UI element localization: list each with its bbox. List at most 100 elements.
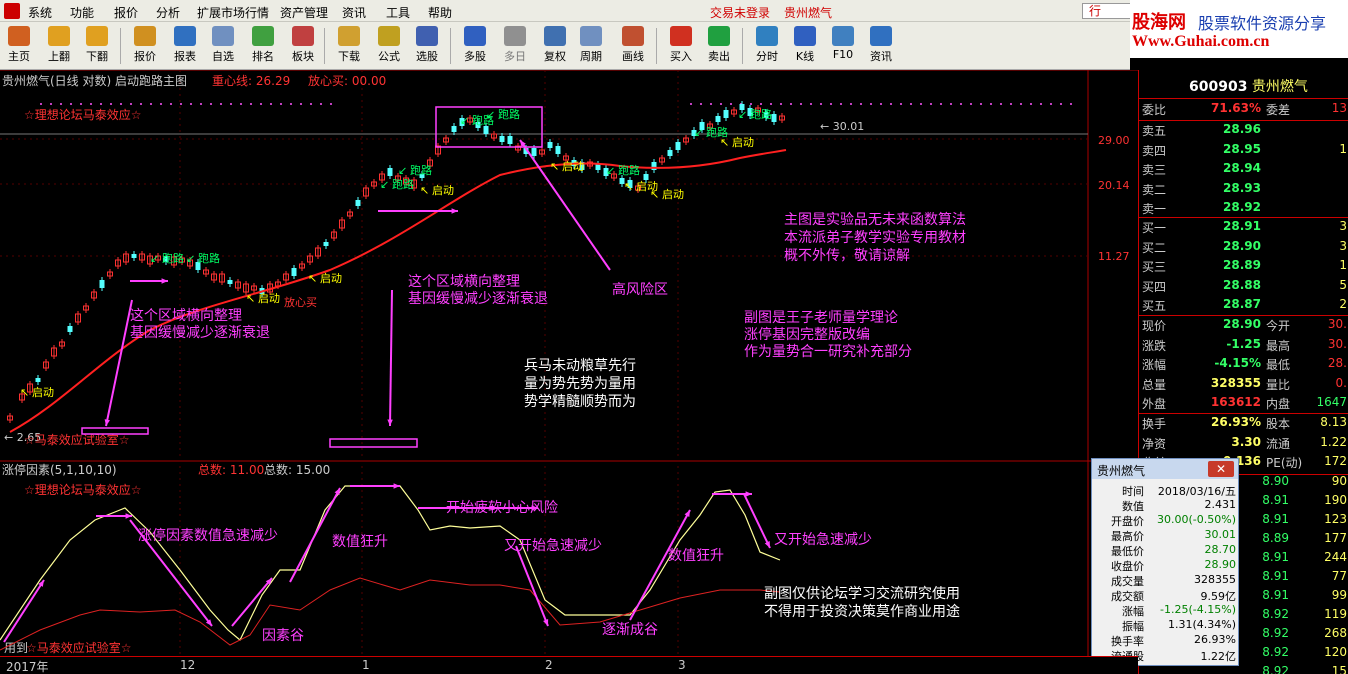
tick-volume: 77 (1331, 569, 1347, 583)
tick-price: 8.91 (1262, 569, 1289, 583)
annotation-arrow (105, 299, 133, 427)
toolbar-button-12[interactable]: 多日 (498, 24, 532, 68)
brand-name: 股海网 (1132, 12, 1186, 33)
bid-price: 28.90 (1223, 238, 1261, 253)
candle-body (291, 268, 297, 276)
start-arrow-icon: ↖ (246, 292, 255, 305)
menu-system[interactable]: 系统 (28, 4, 52, 21)
price-tick: 20.14 (1098, 179, 1130, 192)
bid-volume: 1 (1339, 258, 1347, 272)
popup-row: 最高价 30.01 (1092, 528, 1238, 543)
popup-row: 时间 2018/03/16/五 (1092, 483, 1238, 498)
start-arrow-icon: ↖ (624, 180, 633, 193)
stat-label: 内盘 (1266, 397, 1291, 411)
toolbar-button-0[interactable]: 主页 (2, 24, 36, 68)
signal-run: 跑路 (618, 163, 640, 177)
menu-news[interactable]: 资讯 (342, 4, 366, 21)
toolbar-button-7[interactable]: 板块 (286, 24, 320, 68)
price-tick: 11.27 (1098, 250, 1130, 263)
consolidation-marker-box (329, 438, 418, 448)
popup-row-label: 振幅 (1122, 620, 1144, 633)
run-arrow-icon: ↙ (380, 178, 389, 191)
signal-dot (940, 103, 942, 105)
run-arrow-icon: ↙ (738, 108, 747, 121)
signal-start: 启动 (562, 160, 584, 173)
candle-body (547, 142, 553, 148)
toolbar-button-11[interactable]: 多股 (458, 24, 492, 68)
candle-body (227, 280, 233, 284)
toolbar-button-2[interactable]: 下翻 (80, 24, 114, 68)
popup-row-value: 1.31(4.34%) (1167, 618, 1236, 631)
toolbar-button-17[interactable]: 卖出 (702, 24, 736, 68)
multi-stock-icon (464, 26, 486, 46)
tick-price: 8.92 (1262, 664, 1289, 674)
panel-divider (1139, 413, 1348, 414)
main-chart-title: 贵州燃气(日线 对数) 启动跑路主图 (2, 73, 187, 88)
toolbar: 主页 上翻 下翻 报价 报表 自选 排名 板块 下载 公式 选股 多股 多日 复权 周期 画线 买入 卖出 分时 K线… (0, 22, 1130, 70)
signal-dot (860, 103, 862, 105)
toolbar-button-9[interactable]: 公式 (372, 24, 406, 68)
stat-label: 今开 (1266, 319, 1291, 333)
menu-extended-market[interactable]: 扩展市场行情 (197, 4, 269, 21)
stat-label: 换手 (1142, 417, 1167, 431)
popup-row-value: 30.01 (1204, 528, 1237, 541)
toolbar-button-label: 画线 (622, 50, 644, 63)
data-popup-window[interactable]: 贵州燃气 ✕ 时间 2018/03/16/五 数值 2.431 开盘价 30.00(-0.… (1091, 458, 1239, 666)
toolbar-button-14[interactable]: 周期 (574, 24, 608, 68)
toolbar-button-4[interactable]: 报表 (168, 24, 202, 68)
signal-dot (770, 103, 772, 105)
close-icon[interactable]: ✕ (1208, 461, 1234, 477)
toolbar-button-10[interactable]: 选股 (410, 24, 444, 68)
menu-asset-management[interactable]: 资产管理 (280, 4, 328, 21)
toolbar-button-15[interactable]: 画线 (616, 24, 650, 68)
menu-function[interactable]: 功能 (70, 4, 94, 21)
signal-dot (150, 103, 152, 105)
ask-price: 28.96 (1223, 122, 1261, 136)
bid-price: 28.87 (1223, 297, 1261, 311)
toolbar-button-6[interactable]: 排名 (246, 24, 280, 68)
report-icon (174, 26, 196, 46)
menu-quote[interactable]: 报价 (114, 4, 138, 21)
signal-dot (780, 103, 782, 105)
tick-volume: 119 (1324, 607, 1347, 621)
stat-label: PE(动) (1266, 456, 1303, 470)
bid-price: 28.91 (1223, 219, 1261, 233)
toolbar-button-21[interactable]: 资讯 (864, 24, 898, 68)
trade-login-status[interactable]: 交易未登录 (710, 4, 770, 21)
tick-price: 8.92 (1262, 626, 1289, 640)
chart-area[interactable]: 贵州燃气(日线 对数) 启动跑路主图 重心线: 26.29 放心买: 00.00 29… (0, 70, 1138, 656)
popup-row: 开盘价 30.00(-0.50%) (1092, 513, 1238, 528)
menu-help[interactable]: 帮助 (428, 4, 452, 21)
signal-dot (790, 103, 792, 105)
toolbar-button-16[interactable]: 买入 (664, 24, 698, 68)
toolbar-button-13[interactable]: 复权 (538, 24, 572, 68)
signal-dot (710, 103, 712, 105)
home-icon (8, 26, 30, 46)
toolbar-button-19[interactable]: K线 (788, 24, 822, 68)
stat-value: 0. (1335, 375, 1347, 390)
tick-price: 8.91 (1262, 588, 1289, 602)
toolbar-button-3[interactable]: 报价 (128, 24, 162, 68)
center-line-label: 重心线: 26.29 (212, 74, 290, 88)
toolbar-button-1[interactable]: 上翻 (42, 24, 76, 68)
popup-row-label: 数值 (1122, 500, 1144, 513)
menu-tools[interactable]: 工具 (386, 4, 410, 21)
toolbar-button-5[interactable]: 自选 (206, 24, 240, 68)
tick-volume: 120 (1324, 645, 1347, 659)
brand-tagline: 股票软件资源分享 (1198, 14, 1327, 33)
toolbar-button-18[interactable]: 分时 (750, 24, 784, 68)
signal-run: 跑路 (392, 177, 414, 191)
toolbar-button-8[interactable]: 下载 (332, 24, 366, 68)
signal-dot (870, 103, 872, 105)
run-arrow-icon: ↙ (398, 164, 407, 177)
toolbar-button-20[interactable]: F10 (826, 24, 860, 68)
popup-row-value: 26.93% (1194, 633, 1236, 646)
quote-tab[interactable]: 行 (1082, 3, 1132, 19)
signal-dot (310, 103, 312, 105)
menu-analysis[interactable]: 分析 (156, 4, 180, 21)
note-main-desc: 本流派弟子教学实验专用教材 (784, 230, 966, 246)
signal-dot (1010, 103, 1012, 105)
candle-body (667, 150, 673, 156)
popup-row: 成交量 328355 (1092, 573, 1238, 588)
signal-dot (120, 103, 122, 105)
